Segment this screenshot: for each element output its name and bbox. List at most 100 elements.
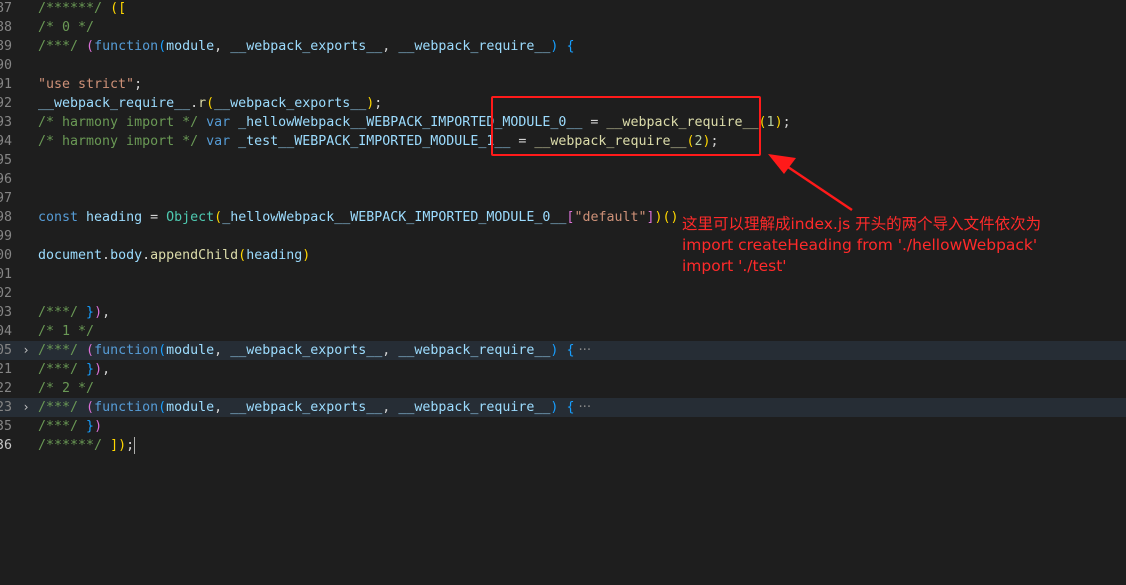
code-line[interactable]: 88 /* 0 */ <box>0 18 1126 37</box>
chevron-right-icon[interactable]: › <box>20 398 32 417</box>
line-number: 135 <box>0 419 12 434</box>
code-token: ] <box>646 210 655 225</box>
line-number: 89 <box>0 39 12 54</box>
code-token: ( <box>238 248 247 263</box>
code-token: /***/ <box>38 419 87 434</box>
code-token: ) <box>774 115 783 130</box>
annotation-line-2: import createHeading from './hellowWebpa… <box>682 236 1038 254</box>
code-token: { <box>566 400 575 415</box>
code-line[interactable]: 121 /***/ }), <box>0 360 1126 379</box>
highlight-box <box>491 96 761 156</box>
code-text: /* 1 */ <box>38 322 94 341</box>
code-token: ( <box>158 343 167 358</box>
line-number: 93 <box>0 115 12 130</box>
code-line[interactable]: 122 /* 2 */ <box>0 379 1126 398</box>
code-line[interactable]: 87 /******/ ([ <box>0 0 1126 18</box>
code-token: ( <box>206 96 215 111</box>
code-token: __webpack_require__ <box>398 39 551 54</box>
code-editor[interactable]: 87 /******/ ([ 88 /* 0 */ 89 /***/ (function(… <box>0 0 1126 585</box>
chevron-right-icon[interactable]: › <box>20 341 32 360</box>
code-token: const <box>38 210 87 225</box>
line-number: 88 <box>0 20 12 35</box>
code-text: /***/ (function(module, __webpack_export… <box>38 341 591 360</box>
code-text: /* 0 */ <box>38 18 94 37</box>
code-text: /***/ }), <box>38 360 110 379</box>
code-token: ) <box>550 39 567 54</box>
code-text: "use strict"; <box>38 75 142 94</box>
code-line[interactable]: 123›/***/ (function(module, __webpack_ex… <box>0 398 1126 417</box>
code-token: __webpack_exports__ <box>230 39 383 54</box>
code-line[interactable]: 105 › /***/ (function(module, __webpack_ex… <box>0 341 1126 360</box>
code-token: /* 1 */ <box>38 324 95 339</box>
code-token: heading <box>246 248 303 263</box>
code-text: /******/ ([ <box>38 0 126 18</box>
code-token: ) <box>118 438 127 453</box>
annotation-text: 这里可以理解成index.js 开头的两个导入文件依次为 import crea… <box>682 214 1122 277</box>
code-token: r <box>198 96 207 111</box>
code-token: /******/ <box>38 438 111 453</box>
code-token: /***/ <box>38 305 87 320</box>
code-line[interactable]: 135 /***/ }) <box>0 417 1126 436</box>
code-token: , <box>214 39 231 54</box>
code-text: /* 2 */ <box>38 379 94 398</box>
code-token: ] <box>110 438 119 453</box>
code-line[interactable]: 97 <box>0 189 1126 208</box>
line-number: 99 <box>0 229 12 244</box>
code-line[interactable]: 90 <box>0 56 1126 75</box>
code-token: , <box>382 39 399 54</box>
line-number: 96 <box>0 172 12 187</box>
code-text: /***/ }) <box>38 417 102 436</box>
line-number: 121 <box>0 362 12 377</box>
code-token: . <box>190 96 199 111</box>
line-number: 104 <box>0 324 12 339</box>
code-token: _hellowWebpack__WEBPACK_IMPORTED_MODULE_… <box>222 210 567 225</box>
code-token: /* harmony import */ <box>38 134 207 149</box>
code-token: ; <box>782 115 791 130</box>
code-line[interactable]: 89/***/ (function(module, __webpack_expo… <box>0 37 1126 56</box>
code-token: appendChild <box>150 248 239 263</box>
code-line[interactable]: 104 /* 1 */ <box>0 322 1126 341</box>
line-number: 87 <box>0 1 12 16</box>
code-text: /******/ ]); <box>38 436 136 455</box>
code-token: /***/ <box>38 343 87 358</box>
code-token: ) <box>302 248 311 263</box>
code-text: /***/ (function(module, __webpack_export… <box>38 37 574 56</box>
code-line[interactable]: 136 /******/ ]); <box>0 436 1126 455</box>
code-token: "default" <box>574 210 647 225</box>
line-number: 91 <box>0 77 12 92</box>
code-token: () <box>662 210 679 225</box>
code-token: "use strict" <box>38 77 135 92</box>
code-token: } <box>86 305 95 320</box>
code-token: module <box>166 343 215 358</box>
code-line[interactable]: 102 <box>0 284 1126 303</box>
code-line[interactable]: 91 "use strict"; <box>0 75 1126 94</box>
folded-ellipsis[interactable]: ··· <box>578 343 591 358</box>
line-number: 102 <box>0 286 12 301</box>
code-token: __webpack_exports__ <box>230 343 383 358</box>
code-token: module <box>166 39 215 54</box>
code-token: ( <box>86 343 95 358</box>
code-token: ) <box>550 400 567 415</box>
line-number: 101 <box>0 267 12 282</box>
folded-ellipsis[interactable]: ··· <box>578 400 591 415</box>
code-token: ; <box>374 96 383 111</box>
line-number: 98 <box>0 210 12 225</box>
code-token: var <box>206 115 239 130</box>
code-token: Object <box>166 210 215 225</box>
code-token: ( <box>86 39 95 54</box>
line-number: 94 <box>0 134 12 149</box>
code-token: . <box>102 248 111 263</box>
code-token: heading <box>86 210 143 225</box>
code-text: /***/ }), <box>38 303 110 322</box>
code-line[interactable]: 96 <box>0 170 1126 189</box>
code-token: ([ <box>110 1 127 16</box>
code-token: ) <box>94 362 103 377</box>
code-token: __webpack_require__ <box>398 343 551 358</box>
code-line[interactable]: 103 /***/ }), <box>0 303 1126 322</box>
code-token: ) <box>94 419 103 434</box>
code-token: __webpack_exports__ <box>230 400 383 415</box>
code-token: , <box>102 305 111 320</box>
code-token: module <box>166 400 215 415</box>
code-text: __webpack_require__.r(__webpack_exports_… <box>38 94 382 113</box>
line-number: 105 <box>0 343 12 358</box>
